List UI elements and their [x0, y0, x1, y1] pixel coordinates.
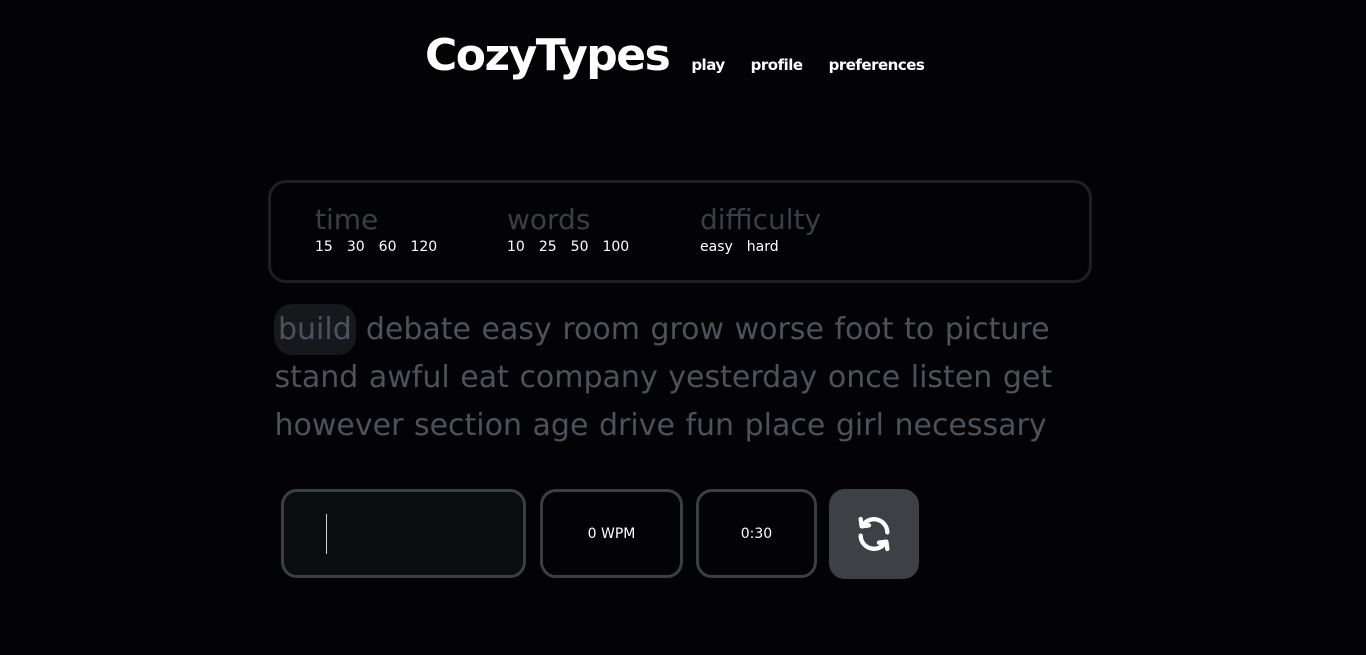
logo: CozyTypes: [425, 30, 671, 81]
word: debate: [365, 312, 471, 347]
word-display: build debate easy room grow worse foot t…: [274, 304, 1094, 450]
difficulty-option-hard[interactable]: hard: [747, 239, 779, 255]
wpm-display: 0 WPM: [540, 489, 683, 578]
word: worse: [734, 312, 824, 347]
typing-input[interactable]: [284, 492, 523, 575]
nav-play[interactable]: play: [691, 56, 725, 74]
text-caret: [326, 514, 327, 554]
words-option-100[interactable]: 100: [602, 239, 629, 255]
time-option-60[interactable]: 60: [379, 239, 397, 255]
words-title: words: [507, 203, 591, 236]
difficulty-group: difficulty easy hard: [700, 203, 822, 256]
word: grow: [650, 312, 725, 347]
word: easy: [481, 312, 552, 347]
settings-panel: time 15 30 60 120 words 10 25 50 100 dif…: [268, 180, 1092, 283]
time-option-15[interactable]: 15: [315, 239, 333, 255]
word: fun: [685, 408, 735, 443]
word: to: [904, 312, 935, 347]
typing-input-box[interactable]: [281, 489, 526, 578]
word: necessary: [894, 408, 1047, 443]
difficulty-title: difficulty: [700, 203, 822, 236]
timer-display: 0:30: [696, 489, 817, 578]
time-option-30[interactable]: 30: [347, 239, 365, 255]
header: CozyTypes play profile preferences: [425, 30, 950, 81]
current-word: build: [274, 304, 356, 355]
words-option-50[interactable]: 50: [571, 239, 589, 255]
words-option-25[interactable]: 25: [539, 239, 557, 255]
word: eat: [460, 360, 509, 395]
word: once: [827, 360, 901, 395]
refresh-icon: [858, 516, 890, 552]
words-group: words 10 25 50 100: [507, 203, 643, 256]
word: section: [413, 408, 522, 443]
time-title: time: [315, 203, 379, 236]
time-group: time 15 30 60 120: [315, 203, 451, 256]
word: room: [562, 312, 640, 347]
word: stand: [274, 360, 359, 395]
nav: play profile preferences: [691, 56, 950, 74]
words-option-10[interactable]: 10: [507, 239, 525, 255]
time-option-120[interactable]: 120: [410, 239, 437, 255]
word: foot: [834, 312, 894, 347]
word: place: [744, 408, 826, 443]
word: drive: [598, 408, 675, 443]
nav-profile[interactable]: profile: [751, 56, 803, 74]
word: picture: [944, 312, 1050, 347]
word: awful: [368, 360, 450, 395]
word: girl: [835, 408, 884, 443]
difficulty-option-easy[interactable]: easy: [700, 239, 733, 255]
word: yesterday: [668, 360, 818, 395]
word: age: [532, 408, 589, 443]
word: however: [274, 408, 404, 443]
word: get: [1002, 360, 1053, 395]
nav-preferences[interactable]: preferences: [829, 56, 925, 74]
word: company: [519, 360, 658, 395]
restart-button[interactable]: [829, 489, 919, 579]
word: listen: [910, 360, 993, 395]
